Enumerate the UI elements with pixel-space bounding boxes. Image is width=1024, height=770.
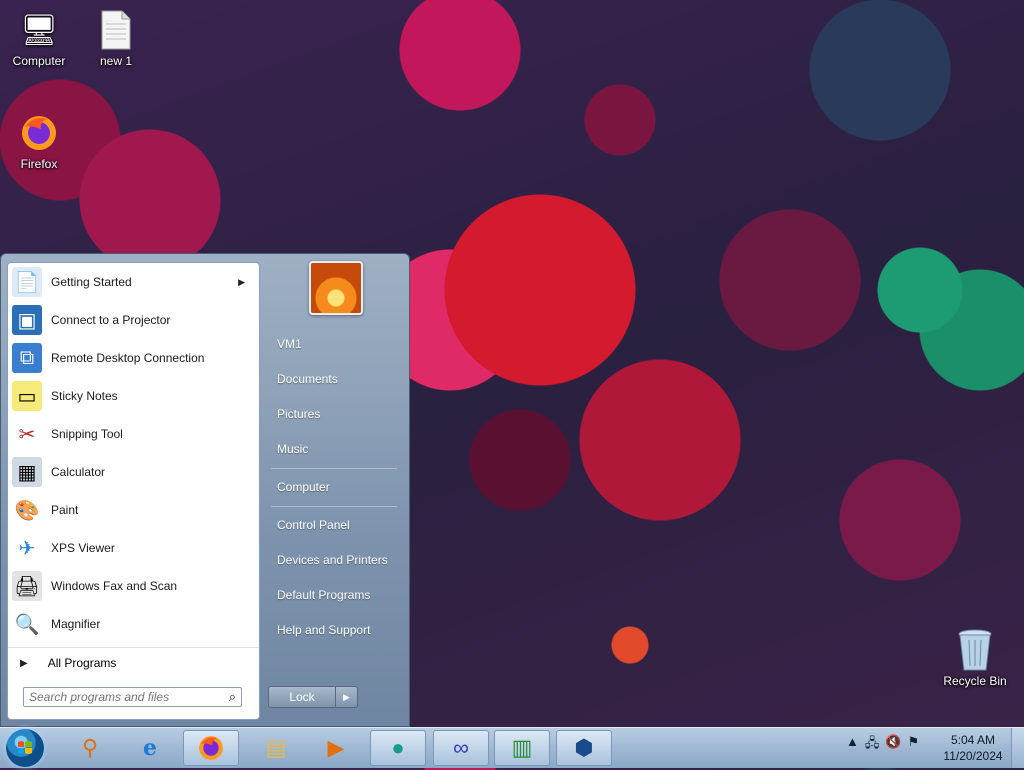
paint-icon: 🎨 — [14, 499, 40, 522]
internet-explorer-icon: e — [143, 735, 157, 761]
user-account-picture[interactable] — [309, 261, 363, 315]
program-label: Calculator — [51, 465, 106, 479]
computer-icon: 🖥 — [19, 13, 59, 47]
start-button[interactable] — [6, 729, 44, 767]
program-label: Getting Started — [51, 275, 132, 289]
all-programs-label: All Programs — [47, 656, 117, 670]
show-desktop-button[interactable] — [1011, 728, 1024, 768]
program-label: Remote Desktop Connection — [51, 351, 205, 365]
sticky-notes-icon: ▭ — [12, 381, 42, 411]
program-magnifier[interactable]: 🔍 Magnifier — [12, 607, 255, 641]
lock-control: Lock ▶ — [268, 686, 358, 708]
program-label: Windows Fax and Scan — [51, 579, 178, 593]
program-label: Paint — [51, 503, 79, 517]
action-center-flag-icon[interactable]: ⚑ — [908, 734, 920, 756]
clock-time: 5:04 AM — [950, 733, 996, 747]
firefox-icon — [199, 736, 223, 760]
xps-viewer-icon: ✈ — [18, 537, 36, 560]
taskbar-media-player[interactable]: ▶ — [308, 730, 364, 766]
program-label: Sticky Notes — [51, 389, 118, 403]
all-programs-button[interactable]: ▶ All Programs — [8, 647, 259, 678]
desktop-icon-label: new 1 — [99, 54, 133, 68]
program-getting-started[interactable]: 📄 Getting Started ▶ — [12, 265, 255, 299]
taskbar-virtualbox[interactable]: ⬢ — [556, 730, 612, 766]
snipping-tool-icon: ✂ — [18, 423, 36, 446]
calculator-icon: ▦ — [12, 457, 42, 487]
link-pictures[interactable]: Pictures — [269, 400, 399, 428]
program-paint[interactable]: 🎨 Paint — [12, 493, 255, 527]
show-hidden-icons-icon[interactable]: ▲ — [846, 734, 859, 756]
link-control-panel[interactable]: Control Panel — [269, 511, 399, 539]
separator — [271, 506, 397, 507]
start-menu: 📄 Getting Started ▶ ▣ Connect to a Proje… — [0, 253, 410, 727]
link-documents[interactable]: Documents — [269, 365, 399, 393]
volume-muted-icon[interactable]: 🔇 — [885, 734, 901, 756]
lock-button[interactable]: Lock — [268, 686, 336, 708]
desktop-icon-firefox[interactable]: Firefox — [4, 113, 74, 171]
arrow-right-icon: ▶ — [343, 691, 350, 702]
search-magnifier-icon: ⚲ — [81, 735, 99, 760]
spreadsheet-app-icon: ▥ — [511, 735, 533, 760]
program-snipping-tool[interactable]: ✂ Snipping Tool — [12, 417, 255, 451]
clock-date: 11/20/2024 — [943, 749, 1003, 763]
taskbar-spreadsheet-app[interactable]: ▥ — [494, 730, 550, 766]
desktop-icon-new-1[interactable]: new 1 — [81, 10, 151, 68]
link-computer[interactable]: Computer — [269, 473, 399, 501]
link-default-programs[interactable]: Default Programs — [269, 581, 399, 609]
desktop-icon-label: Recycle Bin — [943, 674, 1007, 688]
link-user-folder[interactable]: VM1 — [269, 330, 399, 358]
windows-logo-icon — [18, 741, 32, 754]
link-help-support[interactable]: Help and Support — [269, 616, 399, 644]
expand-arrow-icon: ▶ — [20, 657, 28, 669]
firefox-icon — [19, 113, 59, 153]
media-player-icon: ▶ — [327, 735, 345, 760]
desktop-icon-computer[interactable]: 🖥 Computer — [4, 10, 74, 69]
projector-icon: ▣ — [12, 305, 42, 335]
app-teal-icon: ● — [391, 735, 405, 760]
taskbar-file-explorer[interactable]: ▤ — [248, 730, 304, 766]
program-label: XPS Viewer — [51, 541, 115, 555]
shutdown-options-button[interactable]: ▶ — [336, 686, 358, 708]
virtualbox-icon: ⬢ — [574, 735, 594, 760]
clock[interactable]: 5:04 AM 11/20/2024 — [938, 732, 1008, 764]
submenu-arrow-icon: ▶ — [238, 276, 245, 287]
getting-started-icon: 📄 — [12, 267, 42, 297]
taskbar-teal-app[interactable]: ● — [370, 730, 426, 766]
taskbar: ⚲ e ▤ ▶ ● ∞ ▥ ⬢ ▲ 🖧 🔇 ⚑ 5:04 AM 11/20/20… — [0, 727, 1024, 768]
desktop-icon-label: Firefox — [20, 157, 58, 171]
search-icon[interactable]: ⌕ — [229, 689, 236, 705]
link-devices-printers[interactable]: Devices and Printers — [269, 546, 399, 574]
link-music[interactable]: Music — [269, 435, 399, 463]
fax-scan-icon: 🖨 — [12, 571, 42, 601]
program-label: Connect to a Projector — [51, 313, 171, 327]
program-remote-desktop[interactable]: ⧉ Remote Desktop Connection — [12, 341, 255, 375]
search-input[interactable] — [24, 688, 224, 706]
program-calculator[interactable]: ▦ Calculator — [12, 455, 255, 489]
separator — [271, 468, 397, 469]
remote-desktop-icon: ⧉ — [12, 343, 42, 373]
magnifier-icon: 🔍 — [14, 613, 40, 636]
program-label: Magnifier — [51, 617, 101, 631]
program-sticky-notes[interactable]: ▭ Sticky Notes — [12, 379, 255, 413]
program-xps-viewer[interactable]: ✈ XPS Viewer — [12, 531, 255, 565]
program-connect-projector[interactable]: ▣ Connect to a Projector — [12, 303, 255, 337]
start-menu-programs-pane: 📄 Getting Started ▶ ▣ Connect to a Proje… — [7, 262, 260, 720]
taskbar-firefox[interactable] — [183, 730, 239, 766]
desktop-icon-recycle-bin[interactable]: Recycle Bin — [940, 629, 1010, 688]
system-tray: ▲ 🖧 🔇 ⚑ — [846, 734, 919, 756]
program-label: Snipping Tool — [51, 427, 123, 441]
desktop-icon-label: Computer — [12, 54, 66, 68]
infinity-app-icon: ∞ — [453, 735, 469, 760]
search-box: ⌕ — [23, 687, 242, 707]
text-file-icon — [96, 10, 136, 50]
recycle-bin-icon — [955, 629, 995, 671]
program-fax-scan[interactable]: 🖨 Windows Fax and Scan — [12, 569, 255, 603]
file-explorer-icon: ▤ — [265, 735, 287, 760]
taskbar-infinity-app[interactable]: ∞ — [433, 730, 489, 766]
taskbar-search-magnifier[interactable]: ⚲ — [62, 730, 118, 766]
taskbar-internet-explorer[interactable]: e — [122, 730, 178, 766]
network-icon[interactable]: 🖧 — [865, 734, 880, 756]
